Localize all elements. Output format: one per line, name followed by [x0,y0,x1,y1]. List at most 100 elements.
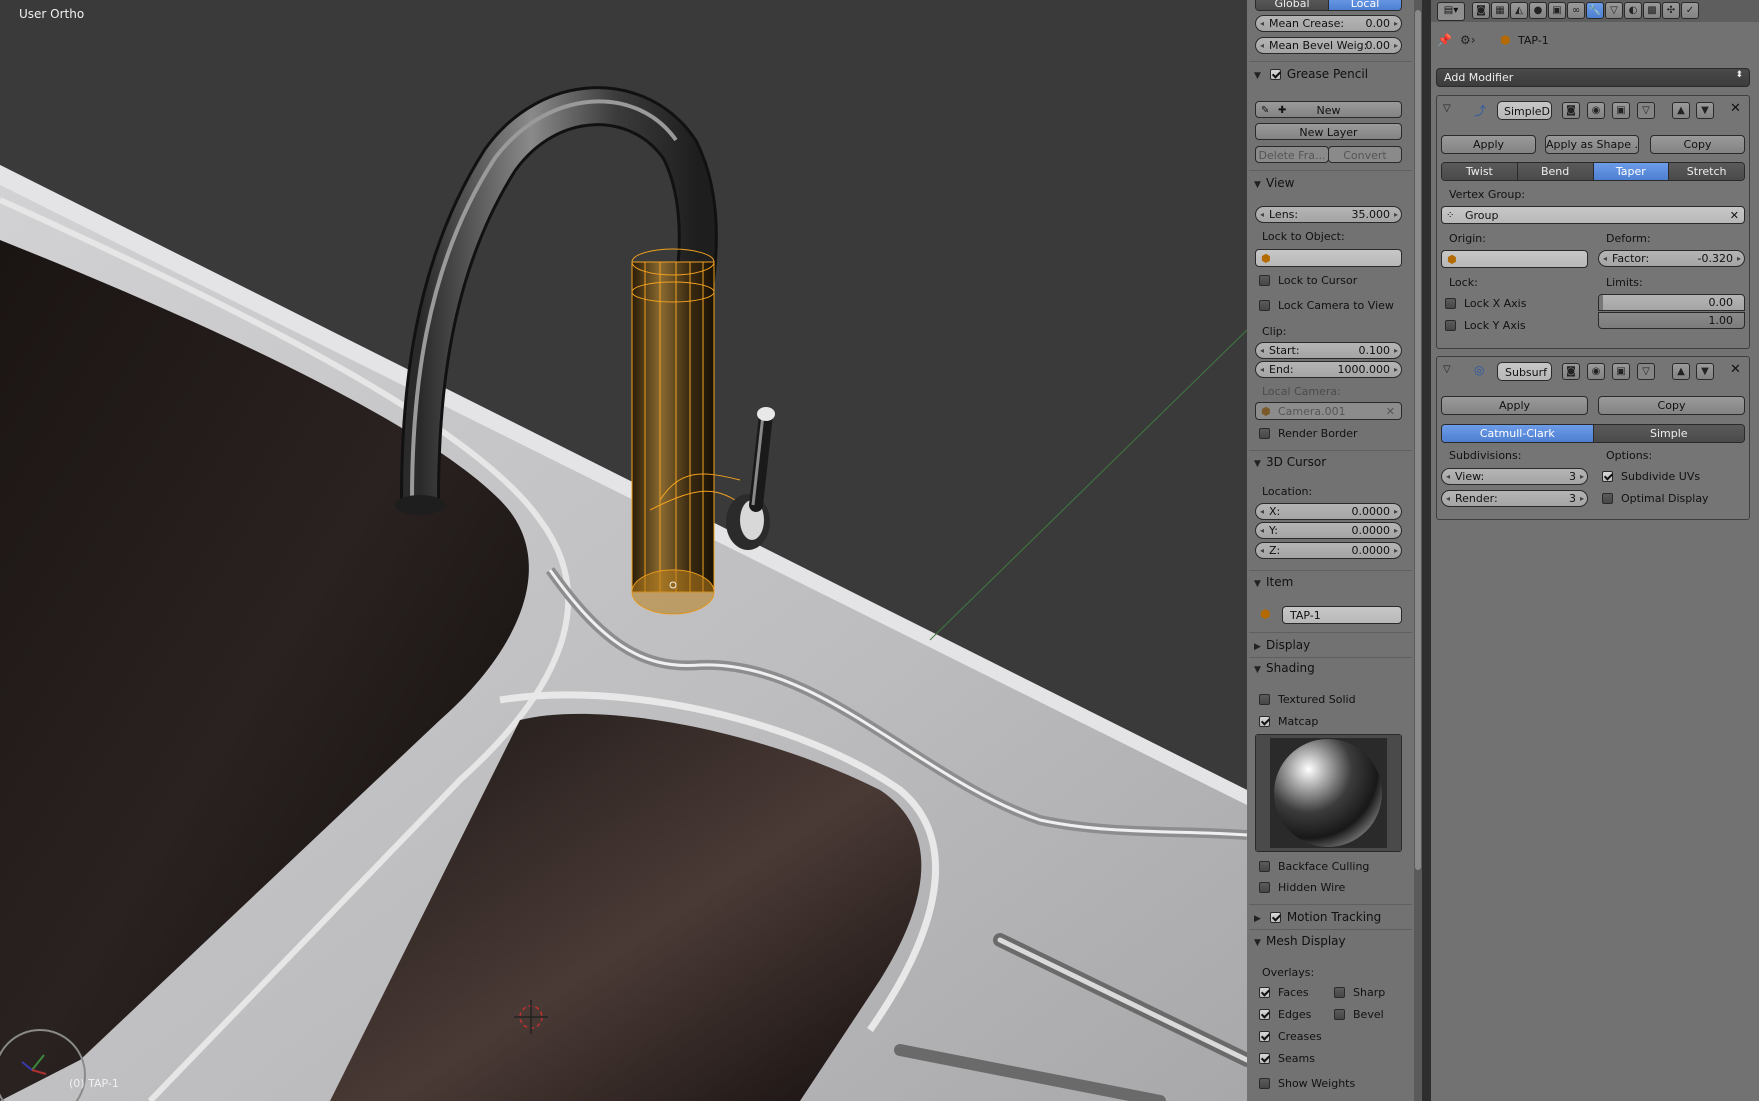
motion-tracking-checkbox[interactable] [1269,912,1281,923]
item-name-field[interactable]: TAP-1 [1282,606,1402,624]
view-levels-field[interactable]: ◂ View: 3 ▸ [1441,468,1588,485]
limit-high-slider[interactable]: 1.00 [1598,312,1745,329]
editmode-toggle-icon[interactable]: ▣ [1612,102,1630,119]
limit-low-slider[interactable]: 0.00 [1598,294,1745,311]
vertex-group-field[interactable]: ⁘ Group ✕ [1441,206,1745,224]
render-tab-icon[interactable]: ◙ [1472,2,1490,19]
cursor-x-field[interactable]: ◂ X: 0.0000 ▸ [1255,503,1402,520]
remove-modifier-icon[interactable]: ✕ [1730,362,1741,377]
move-up-icon[interactable]: ▲ [1672,363,1690,380]
editor-type-icon[interactable]: ▤▾ [1437,2,1465,21]
clip-end-field[interactable]: ◂ End: 1000.000 ▸ [1255,361,1402,378]
expand-arrow-icon: ▶ [1254,914,1261,924]
view-panel-header[interactable]: ▼ View [1254,173,1412,193]
texture-tab-icon[interactable]: ▩ [1643,2,1661,19]
orientation-toggle[interactable]: Global Local [1255,0,1402,11]
shading-panel-header[interactable]: ▼ Shading [1254,658,1412,678]
cage-toggle-icon[interactable]: ▽ [1637,102,1655,119]
viewport-toggle-icon[interactable]: ◉ [1587,363,1605,380]
taper-mode-button[interactable]: Taper [1593,163,1670,180]
grease-pencil-header[interactable]: ▼ Grease Pencil [1254,64,1412,84]
factor-field[interactable]: ◂ Factor: -0.320 ▸ [1598,250,1745,267]
global-button[interactable]: Global [1256,0,1329,10]
grease-new-button[interactable]: ✎ ✚ New [1255,101,1402,118]
remove-modifier-icon[interactable]: ✕ [1730,101,1741,116]
area-divider[interactable] [1422,0,1431,1101]
add-modifier-dropdown[interactable]: Add Modifier ⬍ [1436,68,1750,87]
editmode-toggle-icon[interactable]: ▣ [1612,363,1630,380]
render-toggle-icon[interactable]: ◙ [1562,363,1580,380]
local-button[interactable]: Local [1329,0,1401,10]
mean-bevel-field[interactable]: ◂ Mean Bevel Weig: 0.00 ▸ [1255,37,1402,54]
collapse-arrow-icon: ▼ [1254,665,1261,675]
collapse-arrow-icon[interactable]: ▽ [1443,364,1451,375]
convert-button[interactable]: Convert [1328,146,1402,163]
origin-label: Origin: [1449,232,1486,245]
new-layer-button[interactable]: New Layer [1255,123,1402,140]
stretch-mode-button[interactable]: Stretch [1669,163,1744,180]
apply-button[interactable]: Apply [1441,135,1536,154]
constraints-tab-icon[interactable]: ∞ [1567,2,1585,19]
location-label: Location: [1262,485,1313,498]
mesh-display-header[interactable]: ▼ Mesh Display [1254,931,1412,951]
render-levels-field[interactable]: ◂ Render: 3 ▸ [1441,490,1588,507]
local-camera-field[interactable]: ⬢ Camera.001 ✕ [1255,402,1402,420]
cage-toggle-icon[interactable]: ▽ [1637,363,1655,380]
viewport-scene [0,86,1247,1101]
3d-viewport[interactable]: User Ortho (0) TAP-1 [0,0,1247,1101]
origin-object-field[interactable]: ⬢ [1441,250,1588,268]
sidebar-scrollbar[interactable] [1414,0,1422,1101]
object-link-icon: ⚙› [1460,33,1476,47]
3d-cursor-header[interactable]: ▼ 3D Cursor [1254,452,1412,472]
modifiers-tab-icon[interactable]: 🔧 [1586,2,1604,19]
copy-button[interactable]: Copy [1650,135,1745,154]
render-layers-tab-icon[interactable]: ▦ [1491,2,1509,19]
matcap-preview[interactable] [1255,734,1402,852]
material-tab-icon[interactable]: ◐ [1624,2,1642,19]
subdivision-type-selector[interactable]: Catmull-Clark Simple [1441,424,1745,443]
deform-label: Deform: [1606,232,1651,245]
pencil-icon: ✎ [1261,105,1270,116]
cursor-y-field[interactable]: ◂ Y: 0.0000 ▸ [1255,522,1402,539]
twist-mode-button[interactable]: Twist [1442,163,1518,180]
mean-crease-field[interactable]: ◂ Mean Crease: 0.00 ▸ [1255,15,1402,32]
move-down-icon[interactable]: ▼ [1696,102,1714,119]
display-panel-header[interactable]: ▶ Display [1254,635,1412,655]
clear-x-icon[interactable]: ✕ [1386,403,1395,419]
viewport-toggle-icon[interactable]: ◉ [1587,102,1605,119]
particles-tab-icon[interactable]: ✣ [1662,2,1680,19]
subsurf-apply-button[interactable]: Apply [1441,396,1588,415]
physics-tab-icon[interactable]: ✓ [1681,2,1699,19]
data-tab-icon[interactable]: ▽ [1605,2,1623,19]
simple-button[interactable]: Simple [1593,425,1744,442]
grease-pencil-checkbox[interactable] [1269,69,1281,80]
lock-object-field[interactable]: ⬢ [1255,249,1402,267]
clear-x-icon[interactable]: ✕ [1730,207,1739,223]
clip-start-field[interactable]: ◂ Start: 0.100 ▸ [1255,342,1402,359]
motion-tracking-header[interactable]: ▶ Motion Tracking [1254,907,1412,927]
catmull-clark-button[interactable]: Catmull-Clark [1442,425,1594,442]
cursor-z-field[interactable]: ◂ Z: 0.0000 ▸ [1255,542,1402,559]
world-tab-icon[interactable]: ● [1529,2,1547,19]
apply-as-shape-button[interactable]: Apply as Shape ... [1545,135,1639,154]
dropdown-arrows-icon: ⬍ [1735,70,1743,80]
collapse-arrow-icon: ▼ [1254,579,1261,589]
move-up-icon[interactable]: ▲ [1672,102,1690,119]
subsurf-copy-button[interactable]: Copy [1598,396,1745,415]
move-down-icon[interactable]: ▼ [1696,363,1714,380]
render-toggle-icon[interactable]: ◙ [1562,102,1580,119]
scene-tab-icon[interactable]: ◭ [1510,2,1528,19]
object-tab-icon[interactable]: ▣ [1548,2,1566,19]
expand-arrow-icon: ▶ [1254,642,1261,652]
modifier-name-field[interactable]: SimpleD [1497,101,1552,120]
collapse-arrow-icon[interactable]: ▽ [1443,103,1451,114]
delete-frame-button[interactable]: Delete Fra... [1255,146,1329,163]
deform-mode-selector[interactable]: Twist Bend Taper Stretch [1441,162,1745,181]
mesh-display-title: Mesh Display [1266,934,1346,948]
bend-mode-button[interactable]: Bend [1517,163,1594,180]
subsurf-name-field[interactable]: Subsurf [1497,362,1552,381]
pin-icon[interactable]: 📌 [1437,33,1452,47]
display-panel-title: Display [1266,638,1311,652]
item-panel-header[interactable]: ▼ Item [1254,572,1412,592]
lens-field[interactable]: ◂ Lens: 35.000 ▸ [1255,206,1402,223]
